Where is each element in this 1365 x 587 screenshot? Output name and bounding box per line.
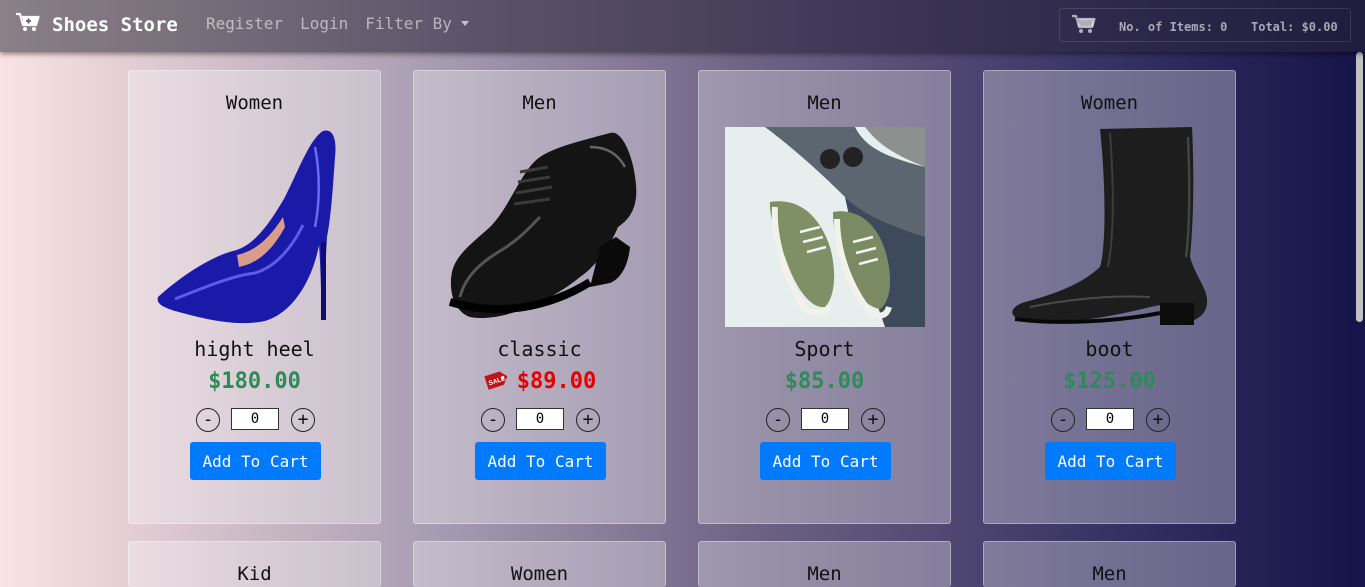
product-price: $180.00: [208, 369, 301, 394]
product-card: Women hight heel $180.00 - + Add To Cart: [128, 70, 381, 524]
add-to-cart-button[interactable]: Add To Cart: [475, 442, 606, 480]
product-card: Women: [413, 541, 666, 587]
quantity-stepper: - +: [196, 408, 316, 432]
product-name: hight heel: [194, 337, 315, 361]
increase-quantity-button[interactable]: +: [291, 408, 315, 432]
sale-tag-icon: SALE: [483, 369, 509, 397]
product-name: Sport: [794, 337, 855, 361]
product-card: Men classic SALE $89.00 - + Add To Cart: [413, 70, 666, 524]
product-card: Women boot $125.00 - + Add To Cart: [983, 70, 1236, 524]
product-image-classic-shoe[interactable]: [440, 127, 640, 327]
product-name: boot: [1085, 337, 1134, 361]
increase-quantity-button[interactable]: +: [1146, 408, 1170, 432]
quantity-input[interactable]: [516, 408, 564, 430]
decrease-quantity-button[interactable]: -: [1051, 408, 1075, 432]
cart-total: Total: $0.00: [1251, 20, 1338, 34]
product-card: Men: [698, 541, 951, 587]
product-category: Women: [225, 92, 284, 114]
product-card: Men Sport $85.00 - + Add To Cart: [698, 70, 951, 524]
cart-summary[interactable]: No. of Items: 0 Total: $0.00: [1059, 8, 1351, 42]
product-category: Women: [510, 563, 569, 585]
scrollbar-thumb[interactable]: [1356, 52, 1363, 322]
increase-quantity-button[interactable]: +: [861, 408, 885, 432]
filter-dropdown-label: Filter By: [365, 14, 452, 33]
product-price: $85.00: [784, 369, 865, 394]
nav-login-link[interactable]: Login: [300, 14, 348, 33]
brand[interactable]: Shoes Store: [16, 12, 178, 37]
quantity-input[interactable]: [801, 408, 849, 430]
decrease-quantity-button[interactable]: -: [481, 408, 505, 432]
add-to-cart-button[interactable]: Add To Cart: [1045, 442, 1176, 480]
product-card: Men: [983, 541, 1236, 587]
product-price: $89.00: [516, 369, 597, 394]
product-price: $125.00: [1063, 369, 1156, 394]
nav-links: Register Login Filter By: [206, 14, 486, 33]
increase-quantity-button[interactable]: +: [576, 408, 600, 432]
decrease-quantity-button[interactable]: -: [766, 408, 790, 432]
quantity-stepper: - +: [481, 408, 601, 432]
product-name: classic: [497, 337, 582, 361]
brand-title: Shoes Store: [52, 13, 178, 36]
page-scrollbar[interactable]: [1353, 52, 1365, 587]
navbar: Shoes Store Register Login Filter By No.…: [0, 0, 1365, 52]
product-category: Women: [1080, 92, 1139, 114]
add-to-cart-button[interactable]: Add To Cart: [190, 442, 321, 480]
product-image-sport-shoe[interactable]: [725, 127, 925, 327]
quantity-stepper: - +: [766, 408, 886, 432]
product-category: Men: [807, 92, 842, 114]
cart-icon: [16, 12, 52, 37]
quantity-input[interactable]: [1086, 408, 1134, 430]
product-card: Kid: [128, 541, 381, 587]
product-category: Men: [522, 92, 557, 114]
product-category: Kid: [237, 563, 272, 585]
product-image-high-heel[interactable]: [155, 127, 355, 327]
product-image-boot[interactable]: [1010, 127, 1210, 327]
product-category: Men: [807, 563, 842, 585]
filter-dropdown[interactable]: Filter By: [365, 14, 469, 33]
nav-register-link[interactable]: Register: [206, 14, 283, 33]
add-to-cart-button[interactable]: Add To Cart: [760, 442, 891, 480]
product-category: Men: [1092, 563, 1127, 585]
cart-item-count: No. of Items: 0: [1119, 20, 1228, 34]
quantity-stepper: - +: [1051, 408, 1171, 432]
quantity-input[interactable]: [231, 408, 279, 430]
caret-down-icon: [460, 21, 469, 26]
product-price-sale: SALE $89.00: [414, 369, 665, 397]
decrease-quantity-button[interactable]: -: [196, 408, 220, 432]
